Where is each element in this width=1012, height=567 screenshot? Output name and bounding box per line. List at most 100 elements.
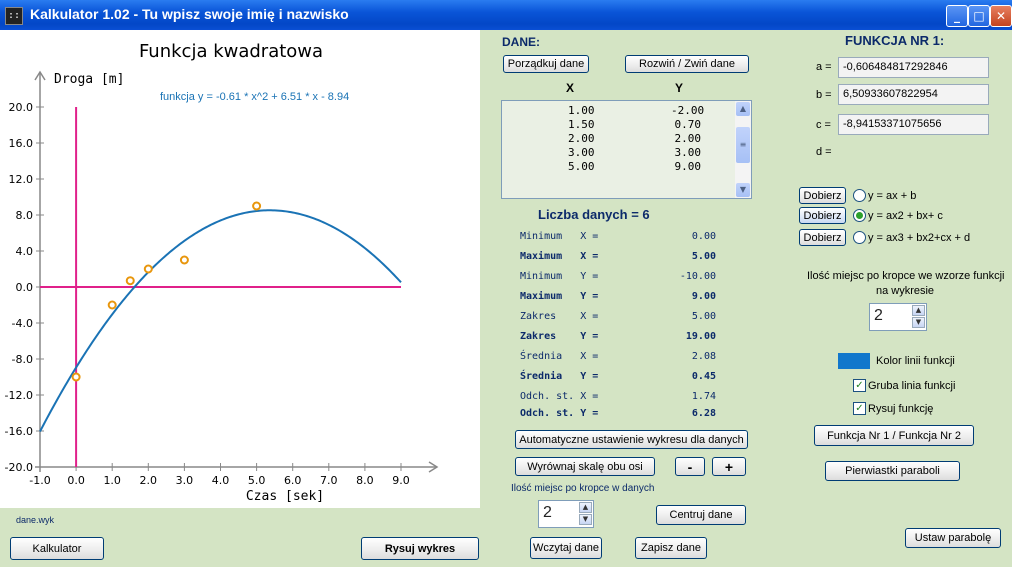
option-cubic-label: y = ax3 + bx2+cx + d <box>868 232 971 244</box>
spin-up-icon[interactable]: ▲ <box>912 305 925 316</box>
formula-decimals-value: 2 <box>874 307 883 324</box>
formula-label: funkcja y = -0.61 * x^2 + 6.51 * x - 8.9… <box>160 91 349 103</box>
stat-label: Minimum X = <box>520 231 599 242</box>
scroll-up-icon[interactable]: ▲ <box>736 102 750 116</box>
switch-function-button[interactable]: Funkcja Nr 1 / Funkcja Nr 2 <box>814 425 974 446</box>
data-cell-x: 1.50 <box>568 118 595 131</box>
stat-value: 6.28 <box>691 408 716 419</box>
formula-decimals-label-2: na wykresie <box>875 285 935 297</box>
x-tick-label: -1.0 <box>29 474 50 487</box>
coef-b-label: b = <box>816 89 832 101</box>
fit-cubic-button[interactable]: Dobierz <box>799 229 846 246</box>
coef-d-label: d = <box>816 146 832 158</box>
data-point <box>252 201 262 211</box>
fit-linear-button[interactable]: Dobierz <box>799 187 846 204</box>
option-quadratic-label: y = ax2 + bx+ c <box>868 210 943 222</box>
stat-value: 0.00 <box>691 231 716 242</box>
data-decimals-label: Ilość miejsc po kropce w danych <box>511 483 655 494</box>
coef-c-field[interactable]: -8,94153371075656 <box>838 114 989 135</box>
radio-cubic[interactable] <box>853 231 866 244</box>
zoom-out-button[interactable]: - <box>675 457 705 476</box>
stat-label: Odch. st. Y = <box>520 408 599 419</box>
auto-chart-button[interactable]: Automatyczne ustawienie wykresu dla dany… <box>515 430 748 449</box>
stat-label: Minimum Y = <box>520 271 599 282</box>
draw-chart-button[interactable]: Rysuj wykres <box>361 537 479 560</box>
fitted-curve <box>39 209 402 432</box>
draw-function-label: Rysuj funkcję <box>868 403 934 415</box>
parabola-roots-button[interactable]: Pierwiastki paraboli <box>825 461 960 481</box>
stat-value: 19.00 <box>685 331 716 342</box>
data-decimals-value: 2 <box>543 504 552 521</box>
spin-down-icon[interactable]: ▼ <box>579 514 592 525</box>
sort-data-button[interactable]: Porządkuj dane <box>503 55 589 73</box>
data-cell-x: 5.00 <box>568 160 595 173</box>
stat-label: Maximum Y = <box>520 291 599 302</box>
stat-label: Maximum X = <box>520 251 599 262</box>
stat-label: Średnia X = <box>520 351 599 362</box>
y-tick-label: -20.0 <box>5 461 33 474</box>
fit-quadratic-button[interactable]: Dobierz <box>799 207 846 224</box>
x-tick-label: 8.0 <box>356 474 374 487</box>
line-color-swatch[interactable] <box>838 353 870 369</box>
data-point <box>125 276 135 286</box>
formula-decimals-label-1: Ilość miejsc po kropce we wzorze funkcji <box>807 270 1005 282</box>
minimize-button[interactable]: _ <box>946 5 968 27</box>
align-axes-button[interactable]: Wyrównaj skalę obu osi <box>515 457 655 476</box>
data-list-scrollbar[interactable]: ▲ ≡ ▼ <box>735 101 751 198</box>
y-tick-label: -12.0 <box>5 389 33 402</box>
calculator-button[interactable]: Kalkulator <box>10 537 104 560</box>
scroll-down-icon[interactable]: ▼ <box>736 183 750 197</box>
y-tick-label: -4.0 <box>12 317 33 330</box>
data-cell-y: 2.00 <box>674 132 702 145</box>
coef-b-field[interactable]: 6,50933607822954 <box>838 84 989 105</box>
data-point <box>71 372 81 382</box>
stat-label: Średnia Y = <box>520 371 599 382</box>
stat-label: Zakres Y = <box>520 331 599 342</box>
thick-line-checkbox[interactable]: ✓ <box>853 379 866 392</box>
function-heading: FUNKCJA NR 1: <box>845 33 945 48</box>
data-count-label: Liczba danych = 6 <box>538 207 650 222</box>
formula-decimals-spinner[interactable]: 2 ▲ ▼ <box>869 303 927 331</box>
maximize-button[interactable]: □ <box>968 5 990 27</box>
radio-quadratic[interactable] <box>853 209 866 222</box>
x-tick-label: 2.0 <box>140 474 158 487</box>
close-button[interactable]: ✕ <box>990 5 1012 27</box>
data-list[interactable]: 1.00 -2.00 1.50 0.70 2.00 2.00 3.00 3.00… <box>501 100 752 199</box>
y-tick-label: 12.0 <box>9 173 34 186</box>
y-tick-label: 16.0 <box>9 137 34 150</box>
spin-down-icon[interactable]: ▼ <box>912 317 925 328</box>
y-axis-label: Droga [m] <box>54 72 124 87</box>
stat-value: -10.00 <box>679 271 716 282</box>
option-linear-label: y = ax + b <box>868 190 917 202</box>
stat-value: 1.74 <box>691 391 716 402</box>
x-tick-label: 5.0 <box>248 474 266 487</box>
chart-title: Funkcja kwadratowa <box>139 41 323 62</box>
filename-label: dane.wyk <box>16 515 55 525</box>
spin-up-icon[interactable]: ▲ <box>579 502 592 513</box>
center-data-button[interactable]: Centruj dane <box>656 505 746 525</box>
data-cell-x: 1.00 <box>568 104 595 117</box>
window-title: Kalkulator 1.02 - Tu wpisz swoje imię i … <box>30 6 349 22</box>
save-data-button[interactable]: Zapisz dane <box>635 537 707 559</box>
column-header-x: X <box>566 81 575 95</box>
x-tick-label: 9.0 <box>392 474 410 487</box>
set-parabola-button[interactable]: Ustaw parabolę <box>905 528 1001 548</box>
zoom-in-button[interactable]: + <box>712 457 746 476</box>
stat-value: 5.00 <box>691 311 716 322</box>
draw-function-checkbox[interactable]: ✓ <box>853 402 866 415</box>
y-tick-label: -8.0 <box>12 353 33 366</box>
x-axis-label: Czas [sek] <box>246 489 324 504</box>
data-heading: DANE: <box>502 35 540 49</box>
chart-area: Funkcja kwadratowa Droga [m] funkcja y =… <box>0 30 480 508</box>
chart-svg: Funkcja kwadratowa Droga [m] funkcja y =… <box>5 41 439 504</box>
column-header-y: Y <box>675 81 684 95</box>
data-decimals-spinner[interactable]: 2 ▲ ▼ <box>538 500 594 528</box>
load-data-button[interactable]: Wczytaj dane <box>530 537 602 559</box>
coef-a-field[interactable]: -0,606484817292846 <box>838 57 989 78</box>
data-cell-x: 2.00 <box>568 132 595 145</box>
scroll-thumb[interactable]: ≡ <box>736 127 750 163</box>
y-tick-label: 20.0 <box>9 101 34 114</box>
expand-data-button[interactable]: Rozwiń / Zwiń dane <box>625 55 749 73</box>
app-icon[interactable]: :: <box>5 7 23 25</box>
radio-linear[interactable] <box>853 189 866 202</box>
